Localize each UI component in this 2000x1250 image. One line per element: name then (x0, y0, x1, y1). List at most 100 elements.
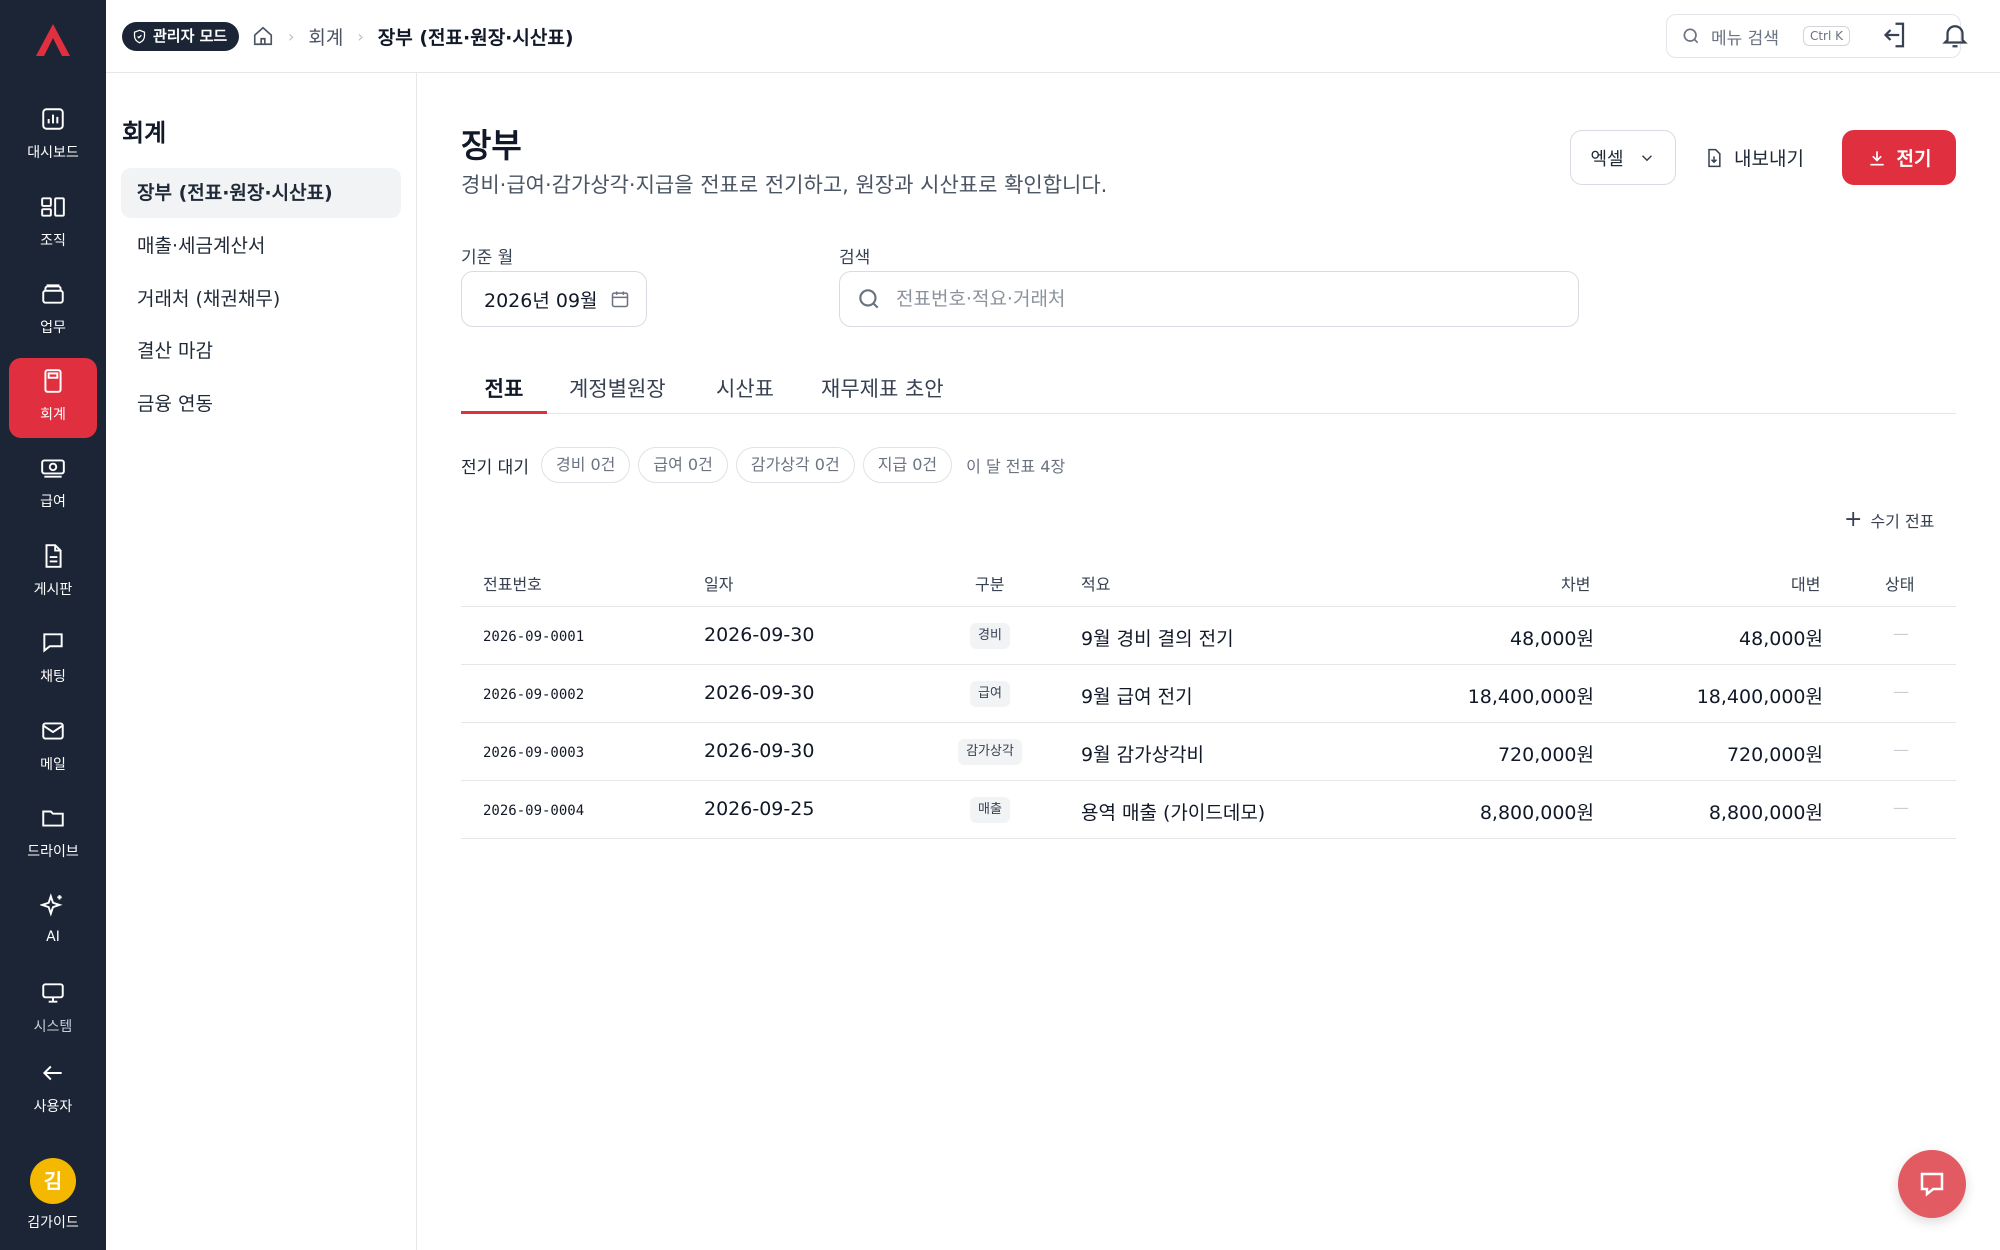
pending-chip-payment[interactable]: 지급 0건 (862, 447, 953, 483)
chevron-right-icon: › (288, 26, 295, 46)
voucher-date: 2026-09-25 (704, 798, 815, 820)
menu-search-input[interactable]: 메뉴 검색 Ctrl K (1666, 14, 1961, 58)
avatar[interactable]: 김 (30, 1158, 76, 1204)
rail-item-chat[interactable]: 채팅 (9, 620, 97, 700)
subnav-item-finance-link[interactable]: 금융 연동 (121, 379, 401, 429)
rail-label: 메일 (40, 757, 66, 773)
rail-item-dashboard[interactable]: 대시보드 (9, 96, 97, 176)
main-content: 장부 경비·급여·감가상각·지급을 전표로 전기하고, 원장과 시산표로 확인합… (417, 73, 2000, 1250)
table-row[interactable]: 2026-09-0003 2026-09-30 감가상각 9월 감가상각비 72… (461, 723, 1956, 781)
export-button[interactable]: 내보내기 (1700, 130, 1808, 185)
rail-item-user-mode[interactable]: 사용자 (9, 1050, 97, 1130)
chat-icon (43, 633, 63, 653)
plus-icon: + (1844, 507, 1863, 532)
shortcut-hint: Ctrl K (1802, 26, 1851, 46)
help-chat-button[interactable] (1898, 1150, 1966, 1218)
column-header[interactable]: 구분 (975, 571, 1004, 595)
chevron-right-icon: › (357, 26, 364, 46)
bell-icon[interactable] (1940, 20, 1970, 50)
app-logo-icon[interactable] (34, 22, 72, 58)
pending-chip-depreciation[interactable]: 감가상각 0건 (735, 447, 855, 483)
subnav-item-partners[interactable]: 거래처 (채권채무) (121, 274, 401, 324)
credit-amount: 18,400,000원 (1696, 686, 1823, 708)
rail-item-board[interactable]: 게시판 (9, 533, 97, 613)
voucher-status: — (1893, 624, 1909, 643)
month-value: 2026년 09월 (484, 289, 598, 312)
pending-summary: 전기 대기 경비 0건 급여 0건 감가상각 0건 지급 0건 이 달 전표 4… (461, 447, 1065, 483)
rail-item-drive[interactable]: 드라이브 (9, 795, 97, 875)
post-button[interactable]: 전기 (1842, 130, 1956, 185)
mail-icon (42, 722, 64, 740)
debit-amount: 18,400,000원 (1467, 686, 1594, 708)
rail-item-work[interactable]: 업무 (9, 271, 97, 351)
column-header[interactable]: 대변 (1791, 571, 1820, 595)
rail-label: 시스템 (33, 1019, 73, 1035)
home-icon[interactable] (252, 25, 274, 47)
rail-label: 조직 (40, 233, 66, 249)
rail-item-system[interactable]: 시스템 (9, 970, 97, 1050)
post-label: 전기 (1896, 148, 1932, 170)
pending-chip-expense[interactable]: 경비 0건 (540, 447, 631, 483)
rail-item-ai[interactable]: AI (9, 883, 97, 963)
table-row[interactable]: 2026-09-0002 2026-09-30 급여 9월 급여 전기 18,4… (461, 665, 1956, 723)
table-row[interactable]: 2026-09-0001 2026-09-30 경비 9월 경비 결의 전기 4… (461, 607, 1956, 665)
rail-label: 채팅 (40, 669, 66, 685)
voucher-type-tag: 경비 (970, 623, 1010, 649)
search-icon (859, 289, 879, 309)
shield-icon (133, 29, 146, 44)
voucher-date: 2026-09-30 (704, 682, 815, 704)
voucher-number: 2026-09-0002 (483, 687, 585, 703)
subnav-item-sales-invoice[interactable]: 매출·세금계산서 (121, 221, 401, 271)
voucher-number: 2026-09-0003 (483, 745, 585, 761)
pending-label: 전기 대기 (461, 457, 529, 478)
subnav-item-ledger[interactable]: 장부 (전표·원장·시산표) (121, 168, 401, 218)
export-label: 내보내기 (1734, 148, 1804, 170)
column-header[interactable]: 적요 (1081, 571, 1110, 595)
column-header[interactable]: 상태 (1885, 571, 1914, 595)
debit-amount: 48,000원 (1510, 628, 1594, 650)
rail-item-accounting[interactable]: 회계 (9, 358, 97, 438)
tab-trial-balance[interactable]: 시산표 (716, 373, 774, 414)
menu-search-placeholder: 메뉴 검색 (1711, 28, 1779, 49)
month-picker[interactable]: 2026년 09월 (461, 271, 647, 327)
tab-divider (461, 413, 1956, 414)
voucher-description: 9월 감가상각비 (1081, 744, 1205, 766)
column-header[interactable]: 전표번호 (483, 571, 542, 595)
admin-badge-label: 관리자 모드 (153, 27, 228, 45)
voucher-status: — (1893, 682, 1909, 701)
rail-label: 회계 (40, 407, 66, 423)
page-description: 경비·급여·감가상각·지급을 전표로 전기하고, 원장과 시산표로 확인합니다. (461, 173, 1108, 197)
calculator-icon (44, 369, 62, 393)
pending-chip-payroll[interactable]: 급여 0건 (638, 447, 728, 483)
voucher-search[interactable] (839, 271, 1579, 327)
column-header[interactable]: 차변 (1561, 571, 1590, 595)
app-rail: 대시보드 조직 업무 회계 급여 게시판 채팅 메일 드라이브 AI 시스템 사… (0, 0, 106, 1250)
tab-vouchers[interactable]: 전표 (461, 373, 547, 414)
month-label: 기준 월 (461, 248, 514, 268)
voucher-type-tag: 급여 (970, 681, 1010, 707)
arrow-left-icon (42, 1065, 62, 1081)
voucher-type-tag: 매출 (970, 797, 1010, 823)
breadcrumb-section[interactable]: 회계 (308, 23, 343, 50)
table-row[interactable]: 2026-09-0004 2026-09-25 매출 용역 매출 (가이드데모)… (461, 781, 1956, 839)
rail-label: 급여 (40, 494, 66, 510)
top-bar: 관리자 모드 › 회계 › 장부 (전표·원장·시산표) 메뉴 검색 Ctrl … (106, 0, 2000, 73)
admin-mode-badge[interactable]: 관리자 모드 (122, 22, 240, 51)
rail-label: 드라이브 (27, 844, 79, 860)
voucher-description: 9월 경비 결의 전기 (1081, 628, 1234, 650)
excel-dropdown-button[interactable]: 엑셀 (1570, 130, 1676, 185)
voucher-date: 2026-09-30 (704, 740, 815, 762)
subnav-item-closing[interactable]: 결산 마감 (121, 326, 401, 376)
rail-item-payroll[interactable]: 급여 (9, 445, 97, 525)
debit-amount: 720,000원 (1497, 744, 1594, 766)
tab-financial-statements[interactable]: 재무제표 초안 (821, 373, 944, 414)
rail-item-org[interactable]: 조직 (9, 184, 97, 264)
column-header[interactable]: 일자 (704, 571, 733, 595)
accounting-subnav: 회계 장부 (전표·원장·시산표) 매출·세금계산서 거래처 (채권채무) 결산… (106, 73, 417, 1250)
logout-icon[interactable] (1878, 20, 1908, 50)
rail-item-mail[interactable]: 메일 (9, 708, 97, 788)
tab-account-ledger[interactable]: 계정별원장 (569, 373, 666, 414)
manual-voucher-button[interactable]: + 수기 전표 (1844, 507, 1934, 532)
voucher-search-input[interactable] (896, 288, 1536, 310)
rail-label: 사용자 (33, 1099, 73, 1115)
